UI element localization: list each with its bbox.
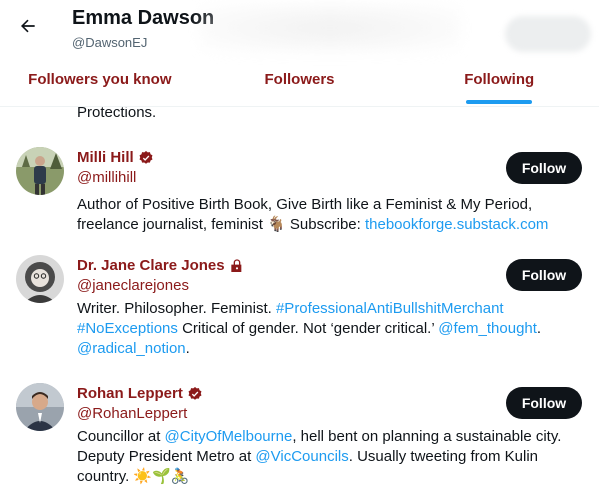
user-name-text: Dr. Jane Clare Jones <box>77 257 225 274</box>
bio-link[interactable]: thebookforge.substack.com <box>365 216 548 233</box>
user-handle: @millihill <box>77 169 137 186</box>
follow-button[interactable]: Follow <box>506 387 582 419</box>
avatar[interactable] <box>16 147 64 195</box>
bio-mention[interactable]: @fem_thought <box>438 320 537 337</box>
user-name[interactable]: Milli Hill <box>77 149 154 166</box>
tab-label: Following <box>464 71 535 88</box>
user-handle: @RohanLeppert <box>77 405 188 422</box>
tab-following[interactable]: Following <box>399 58 599 106</box>
bio-text: freelance journalist, feminist 🐐 Subscri… <box>77 216 365 233</box>
profile-header: Emma Dawson @DawsonEJ Followers you know… <box>0 0 599 107</box>
user-handle: @janeclarejones <box>77 277 189 294</box>
active-tab-indicator <box>466 100 533 104</box>
bio-text: . <box>536 320 542 337</box>
lock-icon <box>230 258 241 272</box>
bio-text: country. ☀️🌱🚴 <box>77 468 190 485</box>
user-name[interactable]: Rohan Leppert <box>77 385 203 402</box>
tab-followers-you-know[interactable]: Followers you know <box>0 58 200 106</box>
blurred-backdrop <box>200 4 460 52</box>
back-arrow-icon[interactable] <box>12 10 44 42</box>
bio-text: Author of Positive Birth Book, Give Birt… <box>77 196 533 213</box>
profile-handle: @DawsonEJ <box>72 35 148 50</box>
blurred-button <box>505 16 591 52</box>
user-bio: Writer. Philosopher. Feminist. #Professi… <box>77 299 587 359</box>
user-bio: Author of Positive Birth Book, Give Birt… <box>77 195 587 235</box>
bio-text: Deputy President Metro at <box>77 448 256 465</box>
bio-text: . Usually tweeting from Kulin <box>348 448 538 465</box>
bio-hashtag[interactable]: #NoExceptions <box>77 320 178 337</box>
bio-mention[interactable]: @CityOfMelbourne <box>165 428 293 445</box>
user-bio: Councillor at @CityOfMelbourne, hell ben… <box>77 427 587 487</box>
bio-mention[interactable]: @VicCouncils <box>255 448 348 465</box>
user-name-text: Milli Hill <box>77 149 134 166</box>
bio-hashtag[interactable]: #ProfessionalAntiBullshitMerchant <box>276 300 504 317</box>
bio-text: Critical of gender. Not ‘gender critical… <box>177 320 439 337</box>
user-name[interactable]: Dr. Jane Clare Jones <box>77 257 245 274</box>
avatar[interactable] <box>16 383 64 431</box>
bio-text: Councillor at <box>77 428 165 445</box>
bio-text: , hell bent on planning a sustainable ci… <box>292 428 562 445</box>
bio-mention[interactable]: @radical_notion <box>77 340 186 357</box>
follow-button[interactable]: Follow <box>506 152 582 184</box>
page-title: Emma Dawson <box>72 7 215 29</box>
tab-label: Followers <box>264 71 335 88</box>
verified-icon <box>139 150 153 164</box>
follow-button[interactable]: Follow <box>506 259 582 291</box>
bio-text: Writer. Philosopher. Feminist. <box>77 300 276 317</box>
avatar[interactable] <box>16 255 64 303</box>
verified-icon <box>188 386 202 400</box>
tab-label: Followers you know <box>28 71 172 88</box>
tab-bar: Followers you know Followers Following <box>0 58 599 106</box>
bio-text: . <box>185 340 190 357</box>
tab-followers[interactable]: Followers <box>200 58 400 106</box>
user-name-text: Rohan Leppert <box>77 385 183 402</box>
